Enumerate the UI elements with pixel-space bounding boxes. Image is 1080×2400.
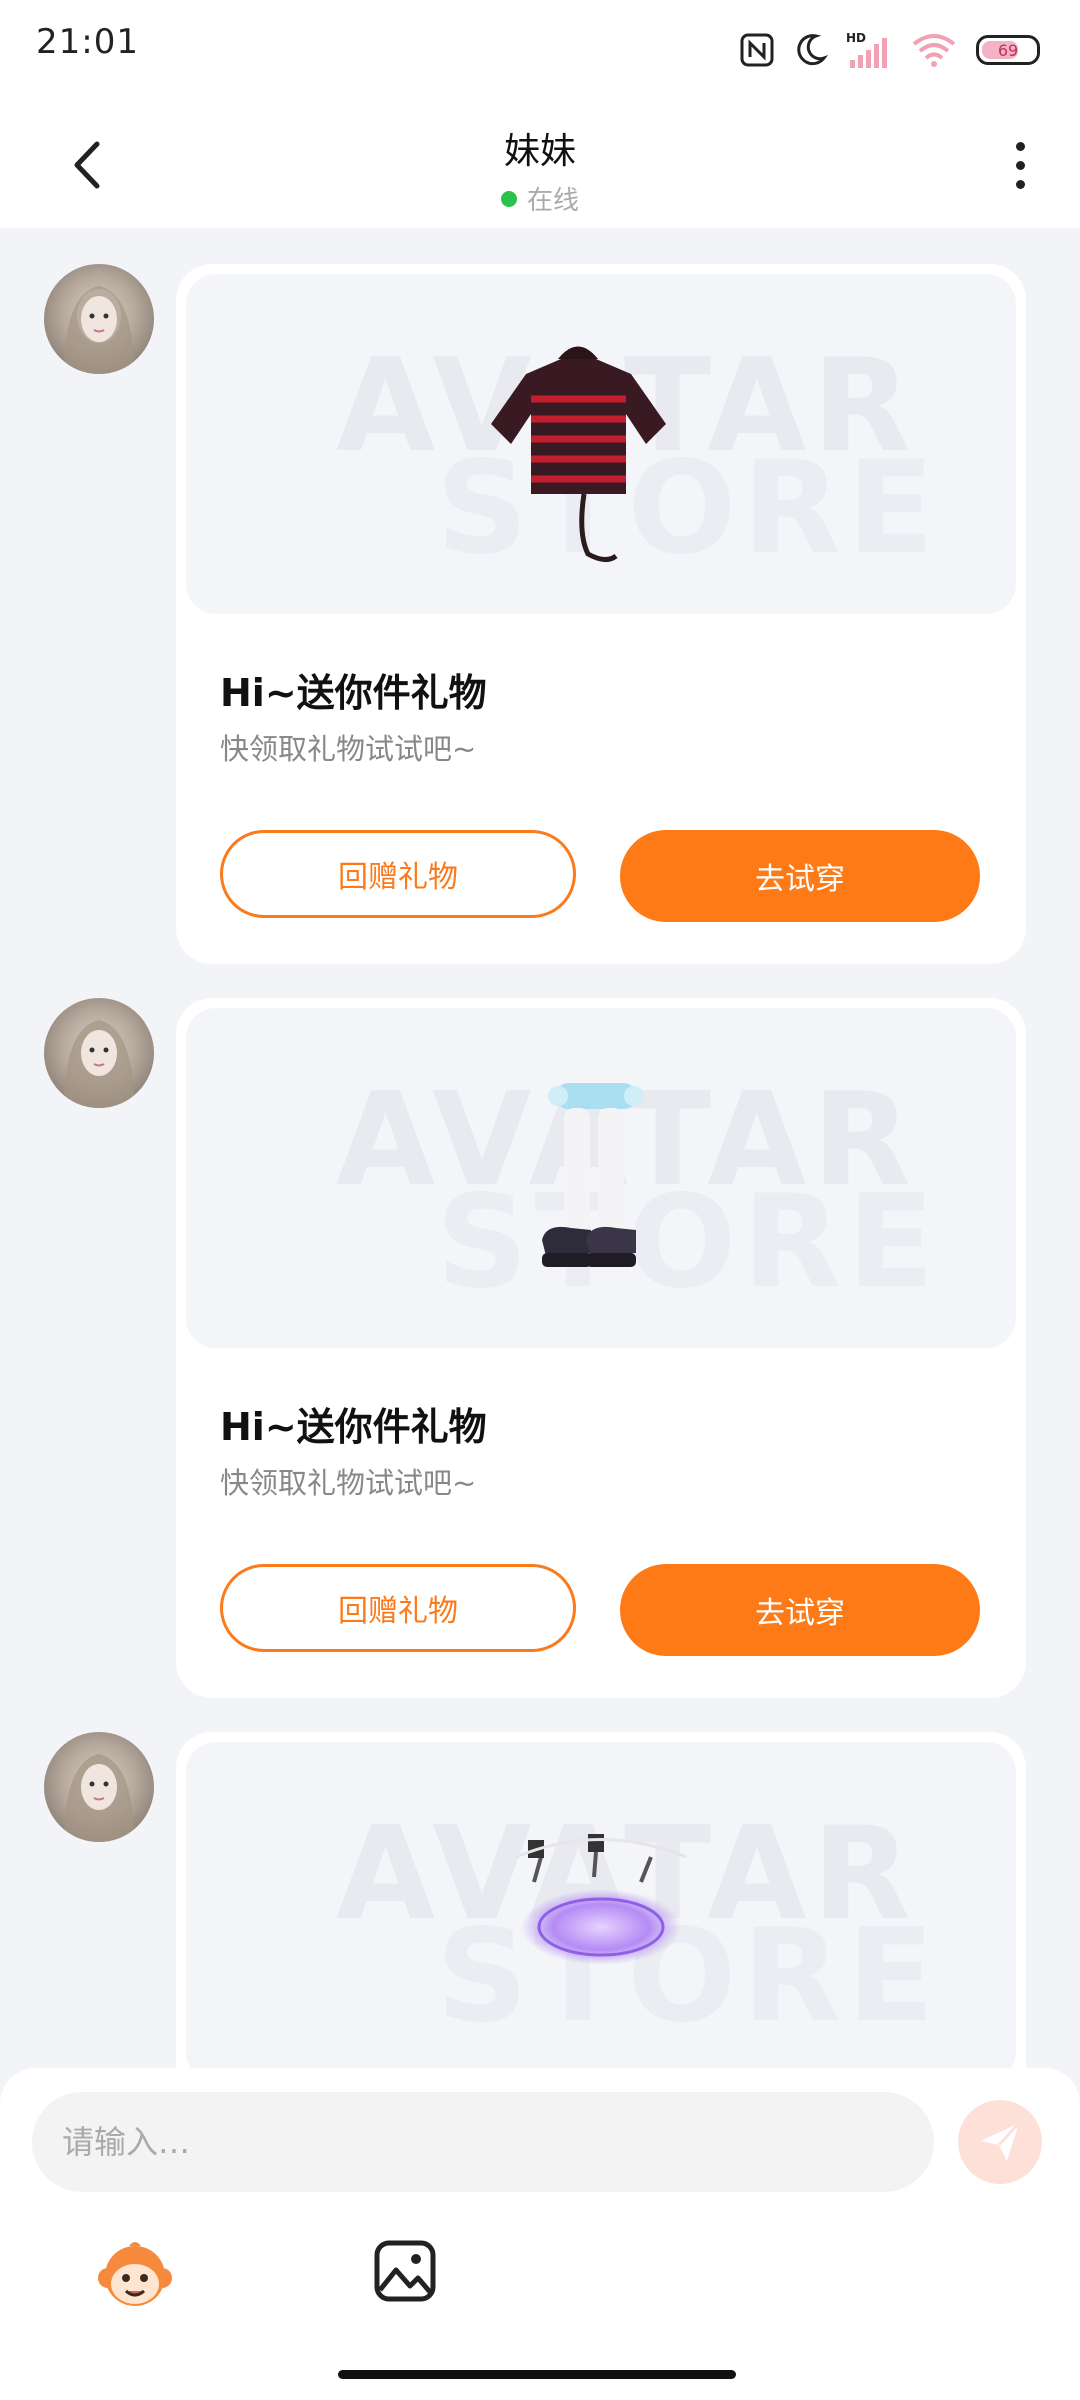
gift-image: AVATAR STORE [186,1742,1016,2068]
more-dot-icon [1015,179,1025,189]
chat-title-block: 妹妹 在线 [0,122,1080,217]
send-button[interactable] [958,2100,1042,2184]
online-status: 在线 [0,180,1080,217]
status-bar: 21:01 HD 69 [0,0,1080,100]
status-icons: HD 69 [740,26,1040,74]
chat-title: 妹妹 [503,131,576,172]
monkey-emoji-icon [98,2242,172,2306]
nfc-icon [740,33,774,67]
sender-avatar[interactable] [44,264,154,374]
chat-header: 妹妹 在线 [0,100,1080,228]
message-list[interactable]: AVATAR STORE Hi~送你件礼物 快领取礼物试试吧~ 回赠礼物 去试穿 [0,228,1080,2068]
magic-circle-item-icon [515,1834,687,1965]
try-on-button[interactable]: 去试穿 [620,830,980,922]
gift-subtitle: 快领取礼物试试吧~ [220,1466,477,1500]
online-dot-icon [500,190,517,207]
home-indicator[interactable] [338,2370,736,2379]
moon-icon [792,32,828,68]
gift-image: AVATAR STORE [186,1008,1016,1348]
gift-card[interactable]: AVATAR STORE [176,1732,1026,2068]
shoes-item-icon [542,1083,644,1267]
sender-avatar[interactable] [44,998,154,1108]
send-icon [981,2121,1021,2161]
gift-card[interactable]: AVATAR STORE Hi~送你件礼物 快领取礼物试试吧~ 回赠礼物 去试穿 [176,998,1026,1698]
monkey-emoji-button[interactable] [96,2236,174,2314]
image-upload-button[interactable] [372,2238,438,2304]
battery-level: 69 [997,40,1019,60]
online-status-label: 在线 [526,186,579,216]
gift-subtitle: 快领取礼物试试吧~ [220,732,477,766]
return-gift-button[interactable]: 回赠礼物 [220,1564,576,1652]
message-input[interactable] [32,2092,934,2192]
gift-title: Hi~送你件礼物 [220,671,487,715]
status-time: 21:01 [36,22,139,62]
try-on-button[interactable]: 去试穿 [620,1564,980,1656]
more-options-button[interactable] [1000,130,1040,200]
hoodie-item-icon [491,346,666,562]
composer-bar [0,2068,1080,2400]
return-gift-button[interactable]: 回赠礼物 [220,830,576,918]
more-dot-icon [1015,141,1025,151]
more-dot-icon [1015,160,1025,170]
image-icon [374,2240,436,2302]
gift-card[interactable]: AVATAR STORE Hi~送你件礼物 快领取礼物试试吧~ 回赠礼物 去试穿 [176,264,1026,964]
wifi-icon [910,30,958,70]
hd-signal-icon: HD [846,30,892,70]
battery-icon: 69 [976,35,1040,65]
sender-avatar[interactable] [44,1732,154,1842]
gift-title: Hi~送你件礼物 [220,1405,487,1449]
svg-text:HD: HD [846,31,866,45]
gift-image: AVATAR STORE [186,274,1016,614]
